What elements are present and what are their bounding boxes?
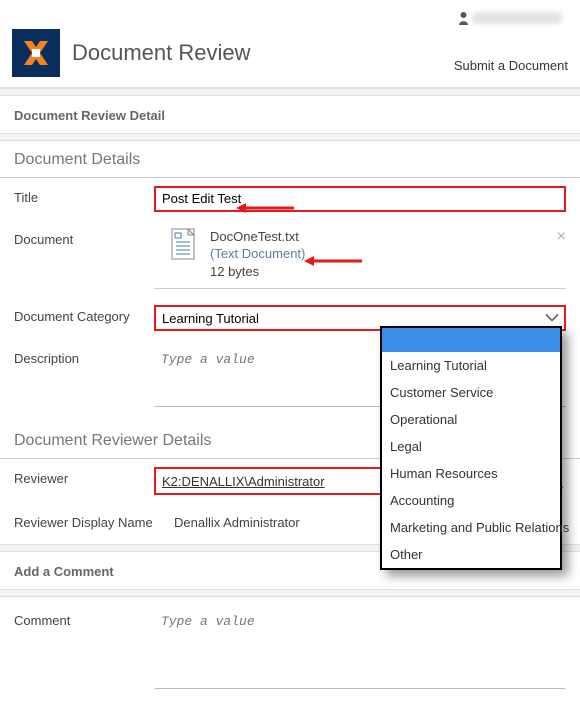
reviewer-label: Reviewer [14,467,154,486]
display-name-label: Reviewer Display Name [14,511,174,530]
reviewer-value: K2:DENALLIX\Administrator [162,474,325,489]
dropdown-option[interactable]: Learning Tutorial [382,352,560,379]
user-name-blurred [472,12,562,24]
dropdown-option[interactable]: Legal [382,433,560,460]
user-info [12,10,568,29]
comment-input[interactable] [154,609,566,689]
description-label: Description [14,347,154,366]
divider [0,88,580,96]
dropdown-option[interactable]: Accounting [382,487,560,514]
title-input[interactable] [154,186,566,212]
file-icon [170,228,198,260]
doc-size: 12 bytes [210,263,305,281]
dropdown-option[interactable]: Marketing and Public Relations [382,514,560,541]
dropdown-option-blank[interactable] [382,328,560,352]
app-logo [12,29,60,77]
divider [0,133,580,141]
page-header: Document Review Submit a Document [0,0,580,88]
doc-filename: DocOneTest.txt [210,228,305,246]
dropdown-option[interactable]: Customer Service [382,379,560,406]
title-label: Title [14,186,154,205]
category-label: Document Category [14,305,154,324]
dropdown-option[interactable]: Human Resources [382,460,560,487]
detail-header: Document Review Detail [0,96,580,133]
dropdown-option[interactable]: Operational [382,406,560,433]
document-details-header: Document Details [0,147,580,178]
document-label: Document [14,228,154,247]
dropdown-option[interactable]: Other [382,541,560,568]
category-dropdown[interactable]: Learning Tutorial Customer Service Opera… [380,326,562,570]
app-title: Document Review [72,40,454,66]
user-icon [458,11,469,25]
comment-label: Comment [14,609,154,628]
remove-attachment-icon[interactable]: × [557,228,566,246]
submit-document-link[interactable]: Submit a Document [454,58,568,77]
divider [0,589,580,597]
doc-type: (Text Document) [210,245,305,263]
document-attachment: DocOneTest.txt (Text Document) 12 bytes … [154,228,566,290]
